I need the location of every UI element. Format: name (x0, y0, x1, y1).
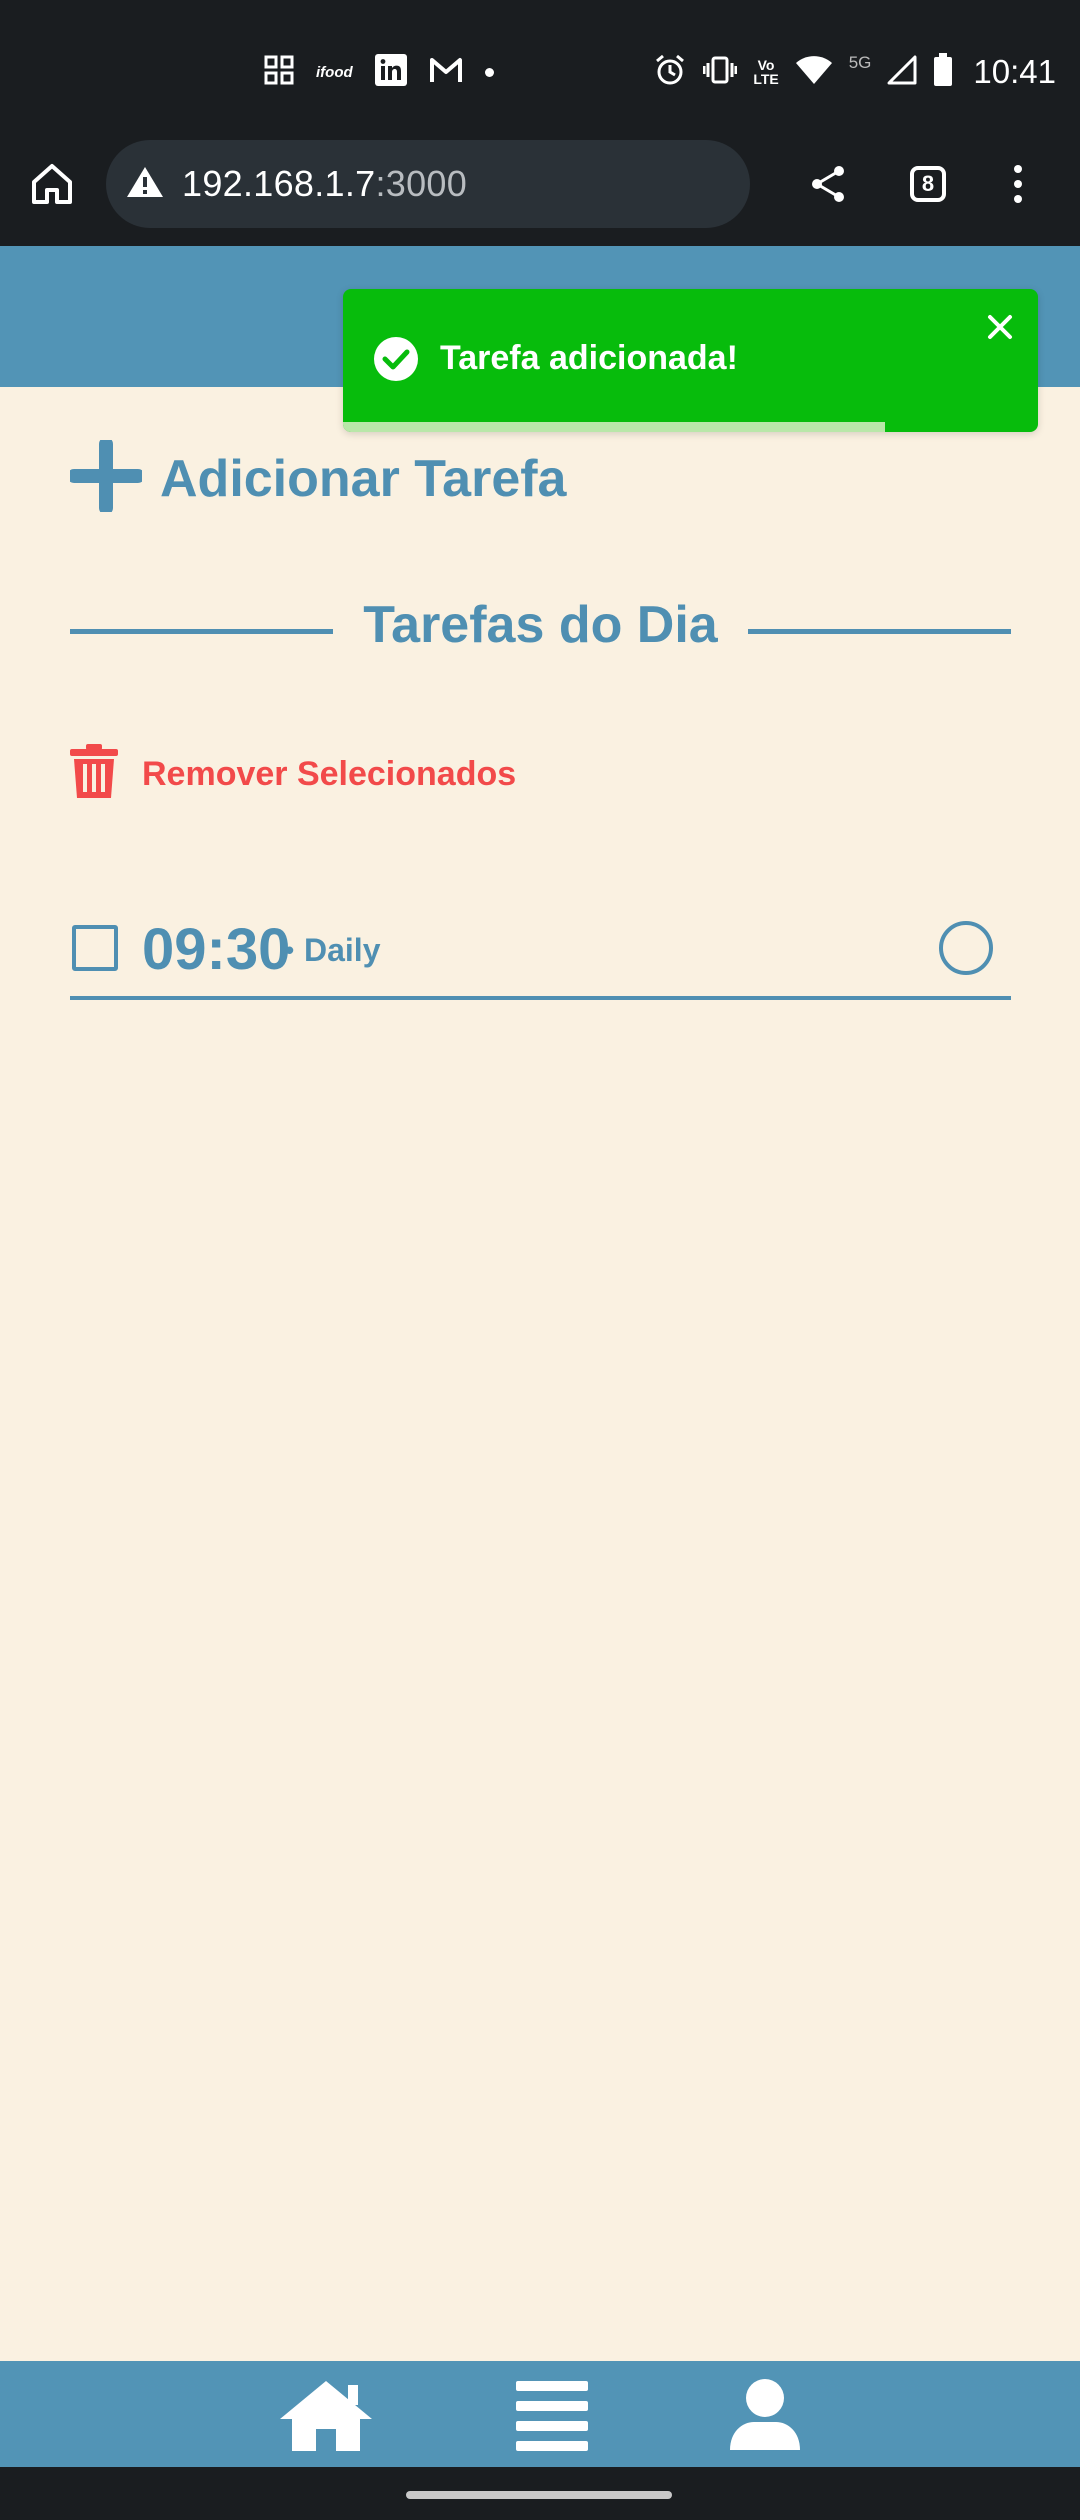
trash-icon (70, 744, 118, 805)
success-toast[interactable]: Tarefa adicionada! (343, 289, 1038, 432)
divider-right (748, 629, 1011, 634)
toast-progress-track (343, 422, 1038, 432)
system-gesture-bar (0, 2467, 1080, 2520)
toast-progress-bar (343, 422, 886, 432)
task-complete-toggle[interactable] (939, 921, 993, 975)
add-task-button[interactable]: Adicionar Tarefa (67, 437, 567, 517)
section-header: Tarefas do Dia (70, 595, 1011, 665)
remove-selected-button[interactable]: Remover Selecionados (70, 744, 516, 805)
volte-indicator: Vo LTE (753, 58, 778, 86)
add-task-label: Adicionar Tarefa (160, 449, 567, 508)
url-host: 192.168.1.7 (182, 163, 376, 204)
user-icon[interactable] (728, 2377, 802, 2453)
section-title: Tarefas do Dia (363, 596, 718, 654)
warning-icon[interactable] (126, 165, 164, 204)
alarm-icon (653, 53, 687, 92)
task-time: 09:30 (142, 917, 291, 982)
address-bar[interactable]: 192.168.1.7:3000 (106, 140, 750, 228)
network-type-badge: 5G (848, 53, 872, 72)
gmail-icon (429, 56, 463, 89)
status-notifications: ifood (264, 52, 494, 92)
remove-selected-label: Remover Selecionados (142, 755, 517, 793)
task-name: Daily (304, 932, 381, 968)
toast-message: Tarefa adicionada! (440, 339, 738, 377)
tab-switcher-button[interactable]: 8 (900, 156, 956, 212)
volte-label: Vo (757, 57, 775, 73)
signal-icon (887, 55, 917, 90)
list-icon[interactable] (516, 2377, 588, 2453)
bottom-nav (0, 2361, 1080, 2467)
grid-app-icon (264, 55, 294, 90)
linkedin-icon (374, 53, 407, 91)
task-row[interactable]: 09:30 • Daily (70, 910, 1011, 1000)
plus-icon (67, 437, 145, 517)
ifood-icon: ifood (316, 63, 353, 81)
task-select-checkbox[interactable] (72, 925, 118, 971)
browser-toolbar: 192.168.1.7:3000 8 (0, 140, 1080, 246)
status-system-icons: Vo LTE 5G 10:41 (653, 50, 1056, 94)
tab-count: 8 (910, 166, 946, 202)
notification-dot (484, 67, 494, 77)
close-icon[interactable] (984, 311, 1016, 343)
wifi-icon (795, 55, 833, 90)
url-text: 192.168.1.7:3000 (182, 163, 467, 205)
lte-label: LTE (753, 71, 779, 87)
clock: 10:41 (973, 53, 1056, 90)
share-icon[interactable] (800, 156, 856, 212)
vibrate-icon (702, 55, 738, 90)
gesture-handle[interactable] (406, 2491, 672, 2499)
check-circle-icon (373, 336, 419, 382)
url-port: :3000 (375, 163, 468, 204)
task-separator: • (285, 935, 295, 965)
home-icon[interactable] (278, 2377, 374, 2453)
status-bar: ifood Vo LTE 5G 10:41 (0, 0, 1080, 140)
home-icon[interactable] (24, 156, 80, 212)
battery-icon (933, 52, 953, 92)
more-menu-icon[interactable] (990, 156, 1046, 212)
